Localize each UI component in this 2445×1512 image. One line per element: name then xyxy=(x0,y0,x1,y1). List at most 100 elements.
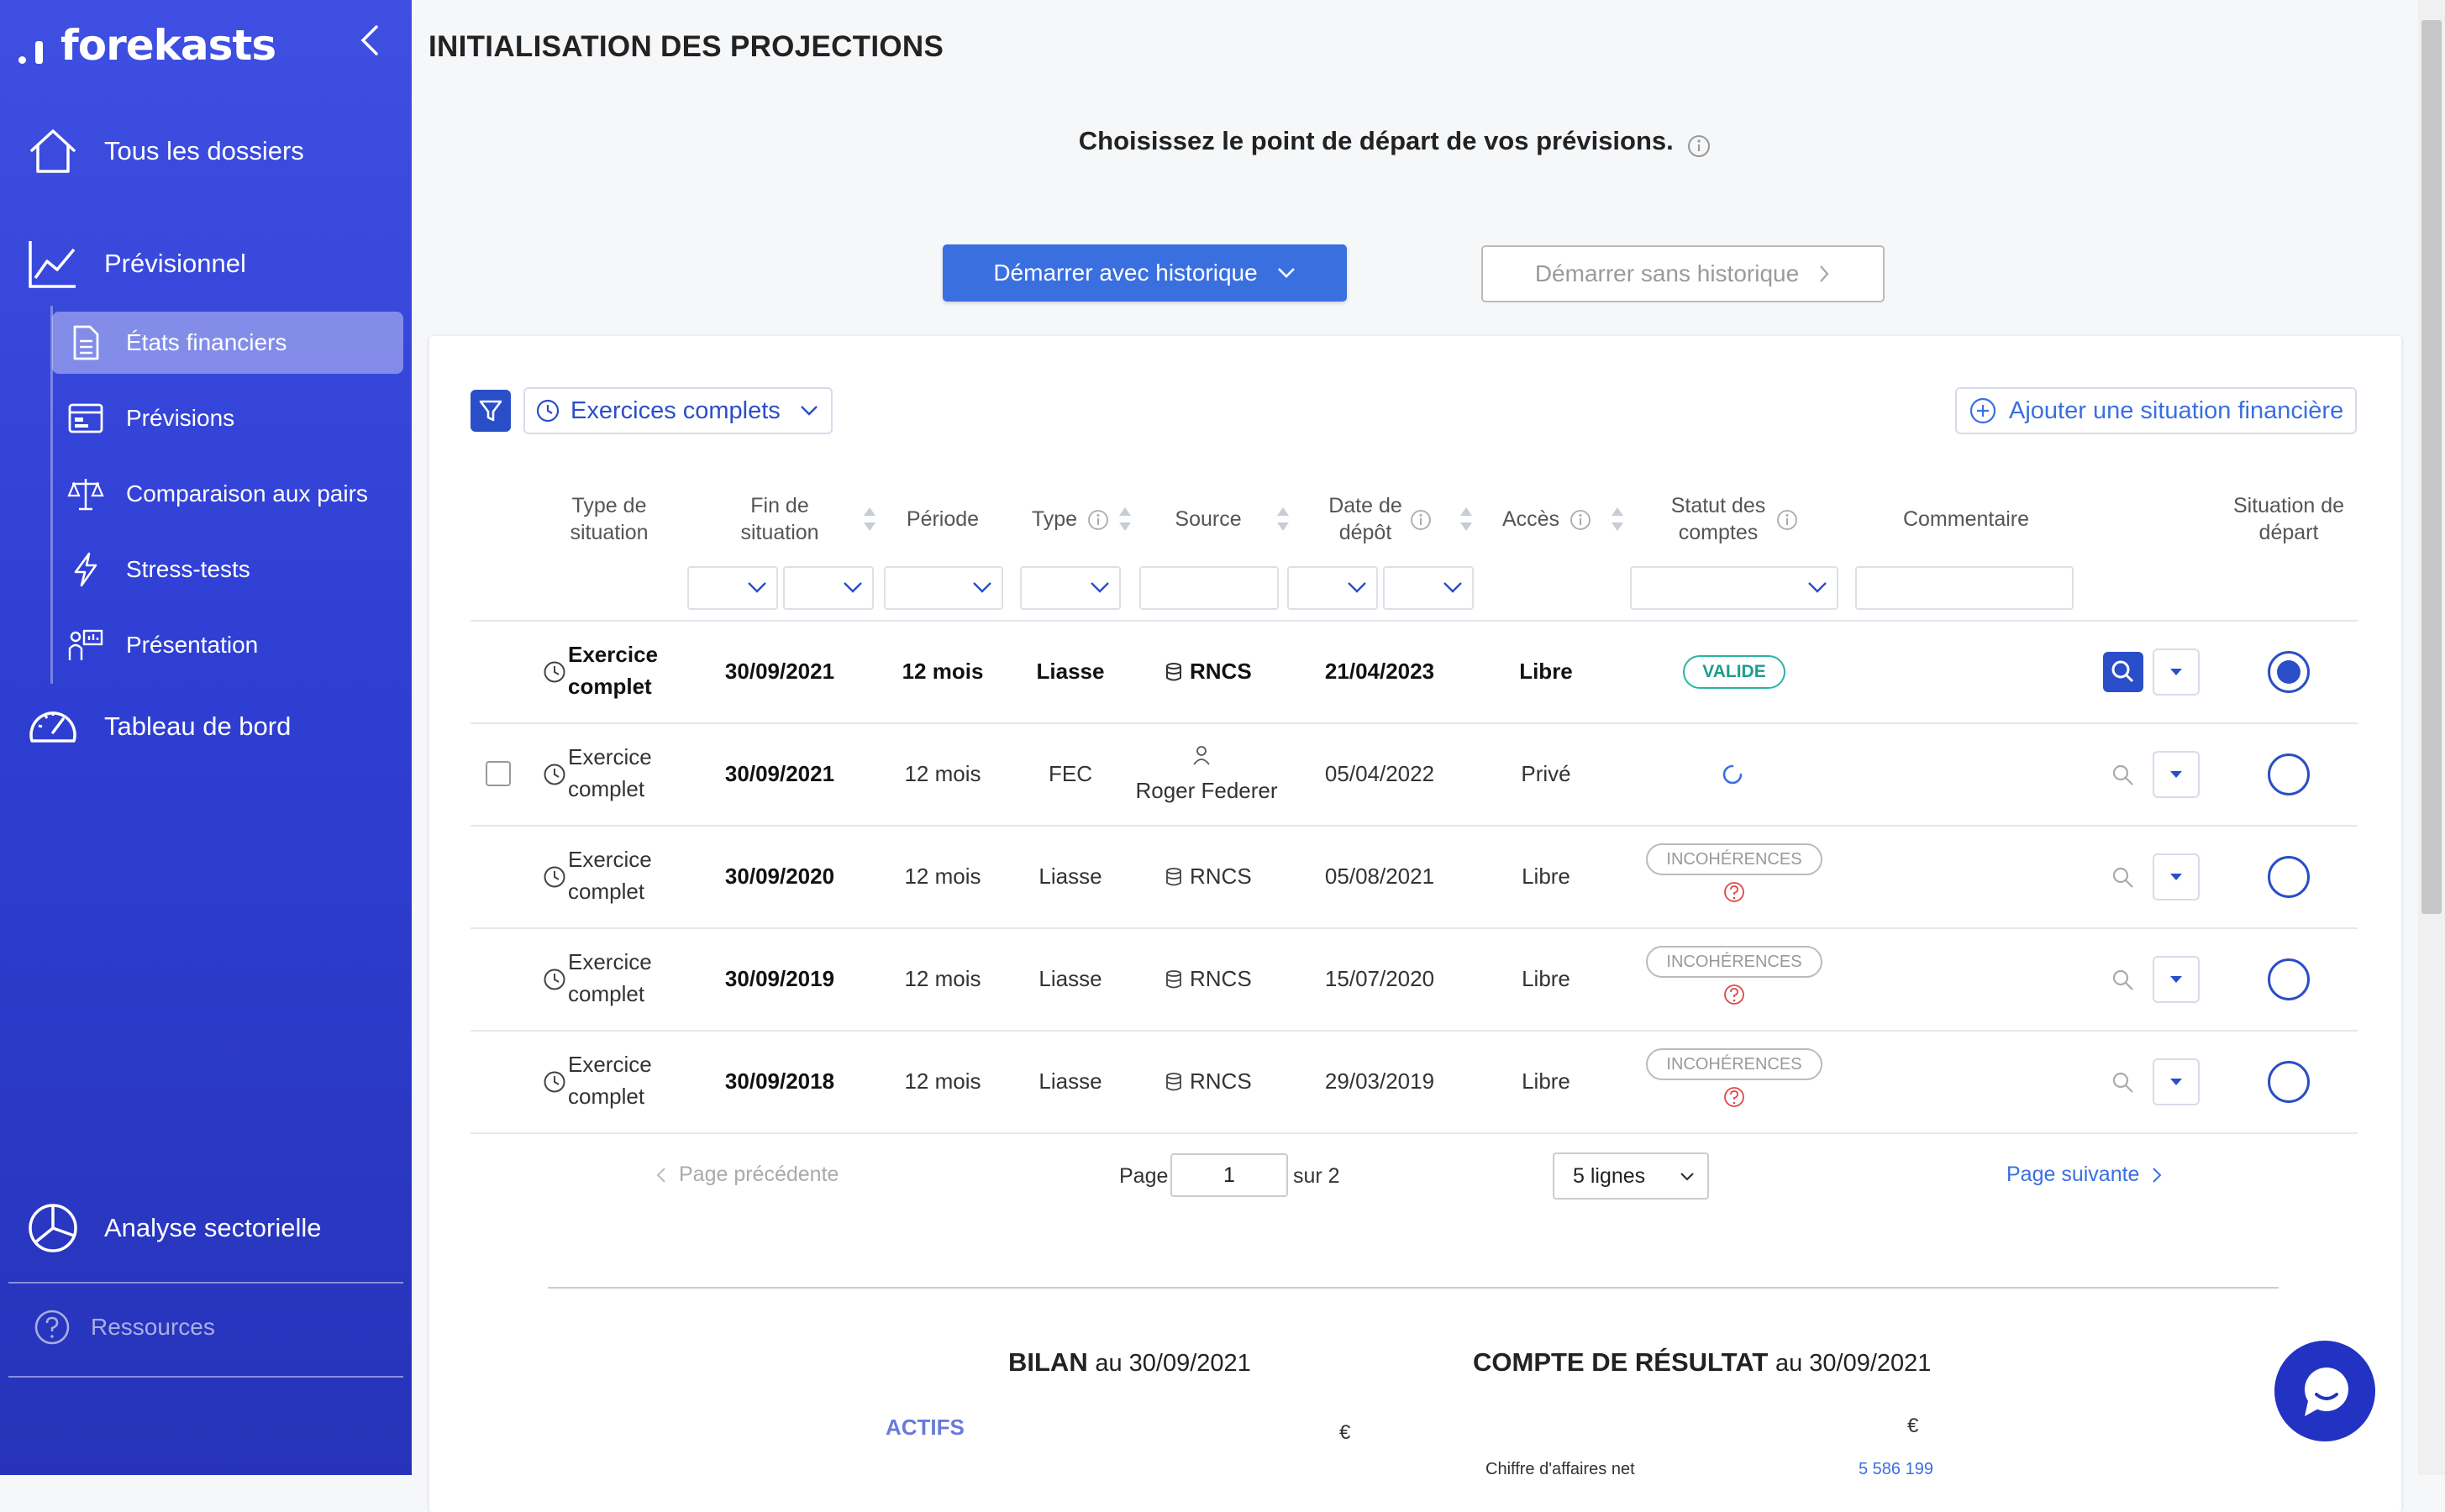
nav-comparaison-aux-pairs[interactable]: Comparaison aux pairs xyxy=(52,463,403,525)
start-situation-radio[interactable] xyxy=(2268,753,2310,795)
header-type[interactable]: Type xyxy=(1025,506,1084,533)
header-acces[interactable]: Accès xyxy=(1496,506,1566,533)
nav-stress-tests[interactable]: Stress-tests xyxy=(52,538,403,601)
start-situation-radio[interactable] xyxy=(2268,958,2310,1000)
chevron-down-icon xyxy=(973,582,991,593)
info-icon[interactable] xyxy=(1087,509,1109,531)
prev-page-button[interactable]: Page précédente xyxy=(655,1163,839,1187)
cell-type-situation: Exercice complet xyxy=(568,744,652,801)
sort-icon[interactable] xyxy=(1610,504,1625,534)
status-badge: INCOHÉRENCES xyxy=(1646,1048,1822,1080)
start-without-history-button[interactable]: Démarrer sans historique xyxy=(1481,245,1885,302)
info-icon[interactable] xyxy=(1776,509,1798,531)
filter-button[interactable] xyxy=(471,390,511,432)
chevron-down-icon xyxy=(1443,582,1462,593)
rows-per-page-select[interactable]: 5 lignes xyxy=(1553,1152,1709,1200)
nav-tableau-de-bord[interactable]: Tableau de bord xyxy=(0,693,412,760)
search-icon[interactable] xyxy=(2109,864,2137,892)
filter-statut[interactable] xyxy=(1630,566,1838,610)
cell-acces: Libre xyxy=(1522,864,1570,889)
row-divider xyxy=(471,825,2358,827)
sidebar: forekasts Tous les dossiers Prévisionnel… xyxy=(0,0,412,1475)
sort-icon[interactable] xyxy=(1117,504,1133,534)
filter-source[interactable] xyxy=(1139,566,1279,610)
row-menu-button[interactable] xyxy=(2153,648,2200,696)
row-menu-button[interactable] xyxy=(2153,751,2200,798)
cell-date-depot: 21/04/2023 xyxy=(1324,659,1435,684)
next-page-button[interactable]: Page suivante xyxy=(2006,1163,2163,1187)
ca-label: Chiffre d'affaires net xyxy=(1485,1460,1635,1478)
prev-page-label: Page précédente xyxy=(679,1163,839,1186)
cell-type-situation: Exercice complet xyxy=(568,642,658,699)
status-badge: INCOHÉRENCES xyxy=(1646,843,1822,875)
filter-date-to[interactable] xyxy=(1383,566,1474,610)
nav-presentation[interactable]: Présentation xyxy=(52,614,403,676)
header-periode[interactable]: Période xyxy=(891,506,995,533)
search-icon[interactable] xyxy=(2109,761,2137,790)
sort-icon[interactable] xyxy=(1275,504,1291,534)
start-with-history-button[interactable]: Démarrer avec historique xyxy=(943,244,1347,302)
chevron-down-icon xyxy=(1348,582,1366,593)
search-icon xyxy=(2111,660,2134,683)
info-icon[interactable] xyxy=(1687,134,1711,158)
page-title: INITIALISATION DES PROJECTIONS xyxy=(429,30,944,63)
sort-icon[interactable] xyxy=(1459,504,1474,534)
search-icon[interactable] xyxy=(2109,966,2137,995)
header-fin-situation[interactable]: Fin de situation xyxy=(721,492,839,546)
chevron-right-icon xyxy=(1820,265,1829,282)
document-icon xyxy=(73,325,99,360)
chat-button[interactable] xyxy=(2274,1341,2375,1441)
row-menu-button[interactable] xyxy=(2153,853,2200,900)
view-button[interactable] xyxy=(2103,652,2143,692)
nav-label: Analyse sectorielle xyxy=(104,1213,322,1242)
cell-acces: Libre xyxy=(1522,966,1570,991)
nav-previsionnel[interactable]: Prévisionnel xyxy=(0,230,412,297)
row-menu-button[interactable] xyxy=(2153,1058,2200,1105)
header-date-depot[interactable]: Date de dépôt xyxy=(1311,492,1420,546)
chevron-down-icon xyxy=(800,406,818,416)
clock-icon xyxy=(544,1071,565,1093)
sort-icon[interactable] xyxy=(862,504,877,534)
nav-analyse-sectorielle[interactable]: Analyse sectorielle xyxy=(0,1194,412,1262)
period-filter-select[interactable]: Exercices complets xyxy=(523,387,833,434)
subtitle-text: Choisissez le point de départ de vos pré… xyxy=(1078,126,1674,155)
page-number-input[interactable]: 1 xyxy=(1170,1153,1288,1197)
row-menu-button[interactable] xyxy=(2153,956,2200,1003)
info-icon[interactable] xyxy=(1570,509,1591,531)
caret-down-icon xyxy=(2170,976,2182,983)
question-circle-icon[interactable] xyxy=(1722,983,1746,1006)
sidebar-divider xyxy=(8,1282,403,1284)
question-circle-icon[interactable] xyxy=(1722,880,1746,904)
start-situation-radio[interactable] xyxy=(2268,651,2310,693)
nav-label: États financiers xyxy=(126,329,287,355)
question-circle-icon[interactable] xyxy=(1722,1085,1746,1109)
filter-fin-to[interactable] xyxy=(783,566,874,610)
header-source[interactable]: Source xyxy=(1141,506,1275,533)
line-chart-icon xyxy=(29,241,76,288)
filter-commentaire[interactable] xyxy=(1855,566,2074,610)
info-icon[interactable] xyxy=(1410,509,1432,531)
collapse-sidebar-icon[interactable] xyxy=(353,22,386,59)
nav-ressources[interactable]: Ressources xyxy=(34,1309,215,1346)
caret-down-icon xyxy=(2170,669,2182,675)
header-type-situation[interactable]: Type de situation xyxy=(538,492,681,546)
calendar-card-icon xyxy=(68,403,103,433)
scrollbar-thumb[interactable] xyxy=(2421,20,2442,914)
forekasts-logo[interactable]: forekasts xyxy=(15,18,276,72)
filter-date-from[interactable] xyxy=(1287,566,1378,610)
header-situation-depart: Situation de départ xyxy=(2232,494,2345,544)
add-situation-button[interactable]: Ajouter une situation financière xyxy=(1955,387,2357,434)
lightning-icon xyxy=(74,552,97,587)
row-checkbox[interactable] xyxy=(486,761,511,786)
filter-periode[interactable] xyxy=(884,566,1003,610)
actifs-label: ACTIFS xyxy=(886,1415,965,1440)
start-situation-radio[interactable] xyxy=(2268,856,2310,898)
nav-previsions[interactable]: Prévisions xyxy=(52,387,403,449)
filter-fin-from[interactable] xyxy=(687,566,778,610)
start-situation-radio[interactable] xyxy=(2268,1061,2310,1103)
cell-type-situation: Exercice complet xyxy=(568,949,652,1006)
nav-etats-financiers[interactable]: États financiers xyxy=(52,312,403,374)
filter-type[interactable] xyxy=(1020,566,1121,610)
search-icon[interactable] xyxy=(2109,1068,2137,1097)
compte-title: COMPTE DE RÉSULTAT au 30/09/2021 xyxy=(1473,1347,1931,1378)
